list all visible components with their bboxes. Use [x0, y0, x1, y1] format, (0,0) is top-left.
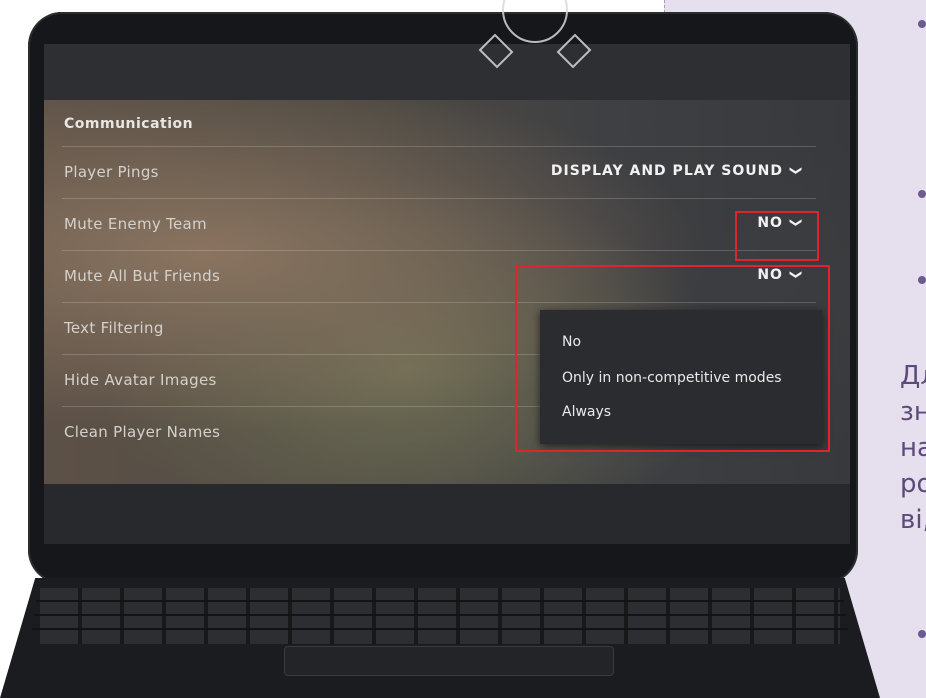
trackpad: [284, 646, 614, 676]
setting-value-dropdown[interactable]: DISPLAY AND PLAY SOUND ❯: [550, 163, 804, 179]
keyboard-row-divider: [34, 614, 846, 616]
keyboard-keys: [40, 588, 840, 644]
side-text: Дл зн на ро ві,: [900, 361, 926, 535]
setting-label: Text Filtering: [64, 319, 164, 337]
bullet-dot: [918, 190, 926, 198]
chevron-down-icon: ❯: [789, 165, 804, 177]
setting-row-player-pings[interactable]: Player Pings DISPLAY AND PLAY SOUND ❯: [62, 146, 816, 198]
highlight-box-dropdown: [515, 265, 830, 452]
bullet-dot: [918, 630, 926, 638]
keyboard-row-divider: [36, 600, 844, 602]
screen-top-bar: [44, 44, 850, 100]
setting-value: DISPLAY AND PLAY SOUND: [550, 163, 783, 179]
setting-label: Player Pings: [64, 163, 159, 181]
setting-label: Mute All But Friends: [64, 267, 221, 285]
gear-icon: [478, 0, 592, 69]
section-title: Communication: [64, 116, 194, 132]
screen-bottom-bar: [44, 484, 850, 544]
setting-row-mute-enemy-team[interactable]: Mute Enemy Team NO ❯: [62, 198, 816, 250]
setting-label: Hide Avatar Images: [64, 371, 217, 389]
highlight-box-mute-enemy: [735, 211, 819, 261]
setting-label: Clean Player Names: [64, 423, 221, 441]
bullet-dot: [918, 276, 926, 284]
bullet-dot: [918, 20, 926, 28]
keyboard-row-divider: [32, 628, 848, 630]
setting-label: Mute Enemy Team: [64, 215, 207, 233]
